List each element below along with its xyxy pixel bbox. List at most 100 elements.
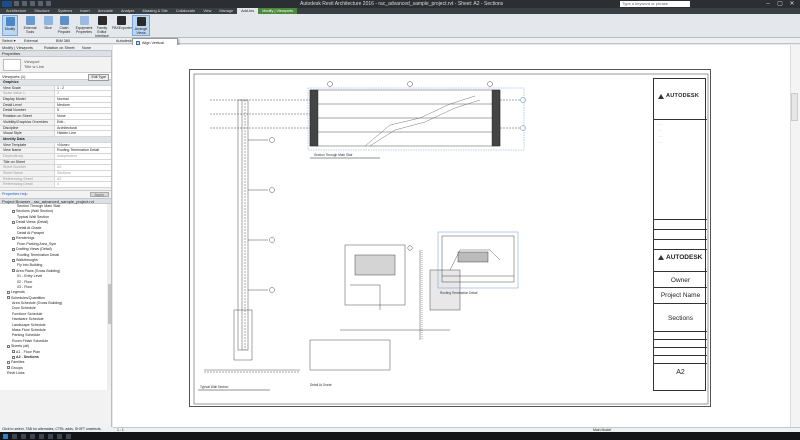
expand-toggle-icon[interactable] — [12, 258, 15, 262]
expand-toggle-icon[interactable] — [12, 220, 15, 224]
property-value[interactable]: None — [55, 114, 111, 119]
properties-grid: Graphics View Scale 1 : 2 Scale Value 1: 2 Di… — [0, 80, 111, 189]
fbx-exporter-button[interactable]: FBXExporter — [112, 15, 132, 36]
property-name: Rotation on Sheet — [0, 114, 55, 119]
property-name: Scale Value 1: — [0, 91, 55, 97]
property-value: 4 — [55, 182, 111, 188]
start-icon[interactable] — [3, 433, 8, 439]
tree-item-label: Sheets (all) — [11, 344, 30, 349]
property-value[interactable]: 5 — [55, 108, 111, 114]
cursor-icon — [5, 17, 15, 26]
property-value[interactable]: <None> — [55, 142, 111, 148]
arrange-views-button[interactable]: Arrange Views — [132, 15, 150, 36]
sheet-drawings: Section Through Main Stair Typical Wall — [193, 73, 709, 405]
modify-button[interactable]: Modify — [2, 15, 18, 36]
wall-section-view[interactable] — [204, 99, 300, 373]
taskbar-search-icon[interactable] — [12, 433, 17, 439]
options-bar: Select ▾ External BIM 360 Autodesk — [0, 38, 800, 44]
maximize-button[interactable]: ▢ — [774, 0, 786, 8]
rotation-select[interactable]: None — [82, 45, 91, 51]
expand-toggle-icon[interactable] — [7, 360, 10, 364]
taskbar-app-icon[interactable] — [66, 433, 71, 439]
slice-button[interactable]: Slice — [40, 15, 56, 36]
svg-text:Detail At Grade: Detail At Grade — [310, 383, 332, 387]
property-name: Title on Sheet — [0, 159, 55, 165]
expand-toggle-icon[interactable] — [12, 210, 15, 213]
property-value[interactable]: Hidden Line — [55, 131, 111, 136]
external-tools-button[interactable]: External Tools — [22, 15, 38, 36]
expand-toggle-icon[interactable] — [12, 247, 15, 251]
property-value[interactable]: Architectural — [55, 125, 111, 131]
edit-type-button[interactable]: Edit Type — [88, 74, 109, 81]
tree-item-label: Furniture Schedule — [12, 311, 43, 316]
property-name: Display Model — [0, 97, 55, 102]
search-input[interactable]: Type a keyword or phrase — [620, 1, 690, 7]
property-value[interactable] — [55, 159, 111, 165]
taskbar-app-icon[interactable] — [39, 433, 44, 439]
canvas-right-edge — [790, 45, 800, 427]
property-value[interactable]: Normal — [55, 97, 111, 102]
detail-grade-view[interactable] — [309, 244, 461, 371]
owner-label: Owner — [670, 277, 691, 284]
property-value: Sections — [55, 171, 111, 176]
equipment-properties-button[interactable]: Equipment Properties — [74, 15, 94, 36]
drawing-area[interactable]: Section Through Main Stair Typical Wall — [113, 45, 800, 427]
autodesk-logo-large-icon — [658, 255, 664, 260]
expand-toggle-icon[interactable] — [7, 296, 10, 300]
tree-item-label: Detail Views (Detail) — [16, 220, 49, 225]
clash-pinpoint-button[interactable]: Clash Pinpoint — [56, 15, 72, 36]
property-name: View Name — [0, 148, 55, 153]
minimize-button[interactable]: – — [762, 0, 774, 8]
tree-item-label: Detail At Parapet — [17, 231, 44, 236]
expand-toggle-icon[interactable] — [12, 269, 15, 273]
taskbar-app-icon[interactable] — [57, 433, 62, 439]
tree-item-label: Parking Schedule — [12, 333, 41, 338]
taskbar-app-icon[interactable] — [30, 433, 35, 439]
tree-item-label: Groups — [11, 365, 23, 370]
open-icon[interactable] — [14, 1, 19, 6]
tree-item-label: Area Plans (Gross Building) — [16, 268, 61, 273]
tree-item[interactable]: Revit Links — [0, 371, 111, 376]
redo-icon[interactable] — [38, 1, 43, 6]
tree-item-label: Drafting Views (Detail) — [16, 247, 52, 252]
navigation-bar[interactable] — [791, 93, 798, 121]
expand-toggle-icon[interactable] — [12, 350, 15, 354]
taskbar-app-icon[interactable] — [48, 433, 53, 439]
application-menu-button[interactable] — [2, 1, 12, 7]
select-label[interactable]: Select ▾ — [2, 38, 16, 44]
family-editor-interface-button[interactable]: Family Editor Interface — [92, 15, 112, 38]
expand-toggle-icon[interactable] — [12, 355, 15, 359]
print-icon[interactable] — [46, 1, 51, 6]
tree-item-label: Hardware Schedule — [12, 317, 44, 322]
sheet-a2[interactable]: Section Through Main Stair Typical Wall — [189, 69, 711, 407]
save-icon[interactable] — [22, 1, 27, 6]
autodesk-logo-icon — [658, 93, 664, 99]
tree-scrollbar[interactable] — [107, 204, 111, 391]
instance-filter[interactable]: Viewports (1) Edit Type — [0, 73, 111, 81]
undo-icon[interactable] — [30, 1, 35, 6]
apply-button[interactable]: Apply — [89, 191, 109, 197]
quick-access-toolbar — [14, 1, 51, 7]
expand-toggle-icon[interactable] — [7, 290, 10, 294]
properties-help-link[interactable]: Properties help Apply — [0, 190, 111, 197]
property-value: A2 — [55, 165, 111, 170]
section-main-stair-view[interactable] — [210, 81, 526, 151]
tree-item-label: Renderings — [16, 236, 35, 241]
property-value[interactable]: Medium — [55, 102, 111, 108]
property-name: Identity Data — [3, 136, 25, 141]
property-value[interactable]: Edit... — [55, 119, 111, 125]
expand-toggle-icon[interactable] — [7, 344, 10, 348]
tree-item-label: Area Schedule (Gross Building) — [12, 301, 63, 306]
close-button[interactable]: ✕ — [786, 0, 798, 8]
expand-toggle-icon[interactable] — [12, 236, 15, 240]
expand-toggle-icon[interactable] — [7, 366, 10, 370]
sheet-name: Sections — [668, 315, 693, 322]
type-selector[interactable]: Viewport Title w Line — [0, 57, 111, 73]
property-value[interactable]: Roofing Termination Detail — [55, 148, 111, 153]
sheet-number: A2 — [676, 369, 685, 376]
property-value[interactable]: 1 : 2 — [55, 85, 111, 91]
taskbar-app-icon[interactable] — [21, 433, 26, 439]
tree-item-label: Section Through Main Stair — [17, 204, 61, 209]
windows-taskbar — [0, 432, 800, 440]
tree-scroll-thumb[interactable] — [107, 284, 111, 325]
